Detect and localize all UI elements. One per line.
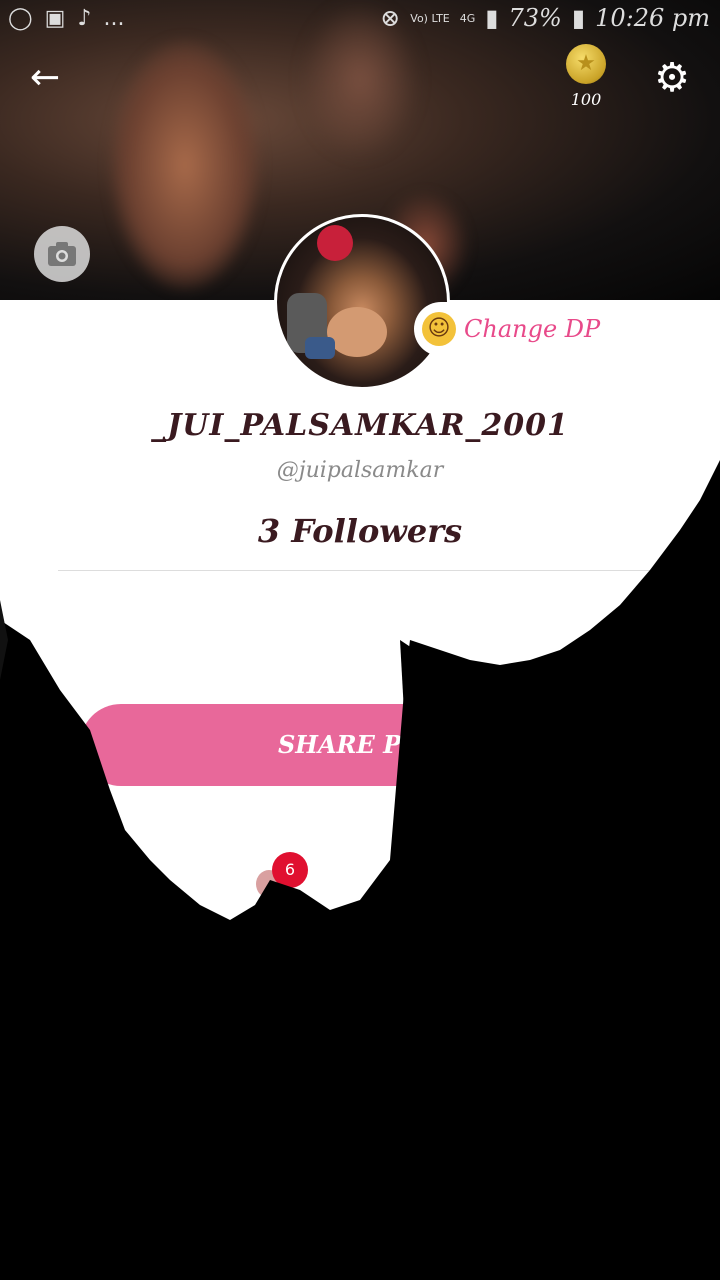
- camera-icon[interactable]: [34, 226, 90, 282]
- coin-count: 100: [570, 90, 602, 109]
- tiktok-icon: ♪: [77, 6, 92, 31]
- user-handle: @juipalsamkar: [276, 458, 444, 483]
- record-icon: ◯: [8, 6, 33, 31]
- change-dp-label: Change DP: [464, 315, 601, 343]
- avatar-legs: [327, 307, 387, 357]
- signal-icon: ▮: [485, 4, 499, 32]
- followers-count[interactable]: 3 Followers: [0, 512, 720, 550]
- battery-percent: 73%: [508, 4, 562, 32]
- status-time: 10:26 pm: [595, 4, 710, 32]
- notification-badge: 6: [272, 852, 308, 888]
- avatar-hair: [317, 225, 353, 261]
- camera-glyph: [48, 242, 76, 266]
- instagram-icon: ▣: [44, 6, 66, 31]
- status-left: ◯ ▣ ♪ ...: [8, 6, 124, 31]
- status-bar: ◯ ▣ ♪ ... ⊗ Vo) LTE 4G ▮ 73% ▮ 10:26 pm: [0, 0, 720, 40]
- profile-panel: [0, 300, 720, 920]
- status-more: ...: [103, 6, 125, 31]
- mute-icon: ⊗: [380, 4, 401, 32]
- status-right: ⊗ Vo) LTE 4G ▮ 73% ▮ 10:26 pm: [380, 4, 710, 32]
- cover-figure: [110, 40, 260, 290]
- battery-icon: ▮: [571, 4, 586, 32]
- username: _JUI_PALSAMKAR_2001: [151, 408, 569, 443]
- change-dp-button[interactable]: ☺ Change DP: [414, 302, 613, 356]
- coin-icon[interactable]: ★: [566, 44, 606, 84]
- volte-indicator: Vo) LTE: [410, 11, 450, 25]
- share-profile-button[interactable]: SHARE PRO: [80, 704, 640, 786]
- grin-emoji-icon: ☺: [422, 312, 456, 346]
- avatar[interactable]: [274, 214, 450, 390]
- network-indicator: 4G: [459, 11, 476, 25]
- divider: [58, 570, 662, 571]
- arrow-left-icon[interactable]: ←: [30, 58, 74, 98]
- gear-icon[interactable]: ⚙: [650, 56, 694, 100]
- avatar-shorts: [305, 337, 335, 359]
